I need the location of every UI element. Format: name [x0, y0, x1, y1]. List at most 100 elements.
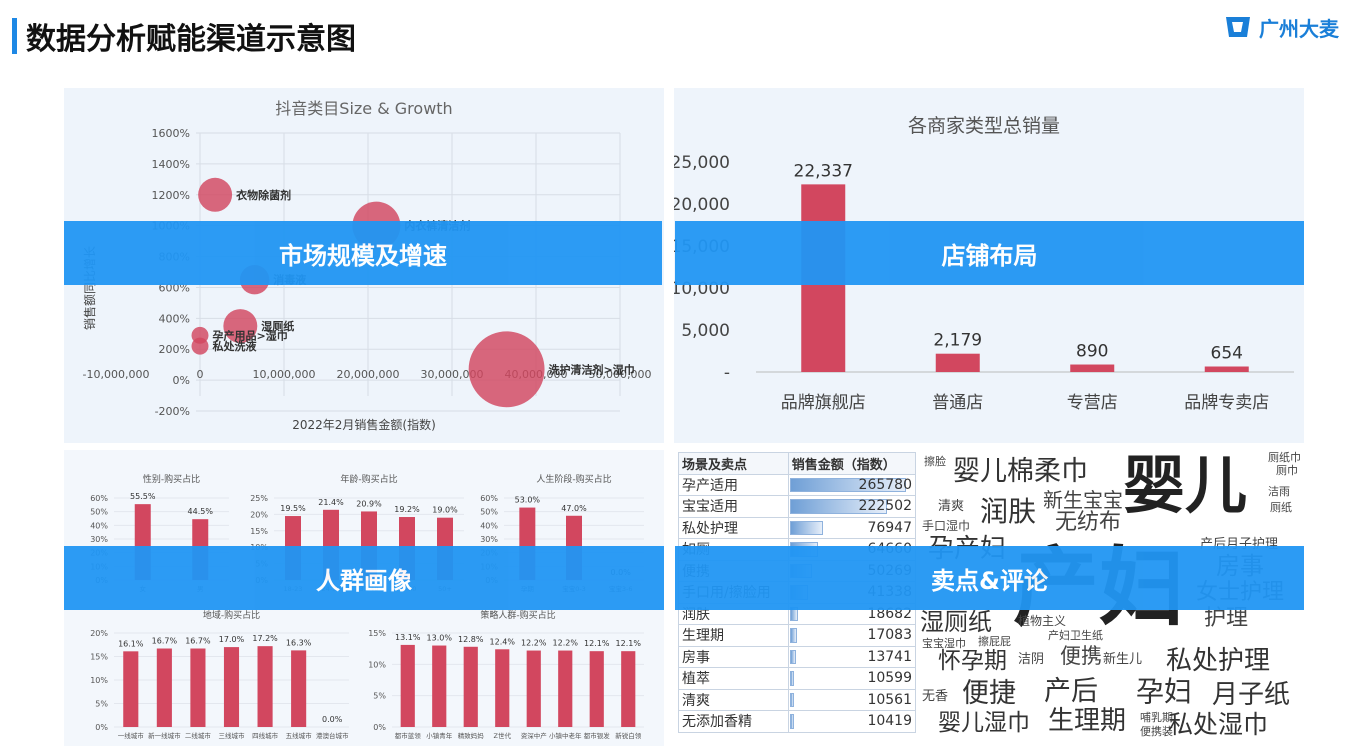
audience-bar-value: 12.1% [616, 639, 642, 648]
word-cloud-term: 洁阴 [1018, 652, 1045, 667]
audience-y-tick: 15% [90, 653, 108, 662]
table-row[interactable]: 宝宝适用 222502 [678, 495, 917, 518]
table-row[interactable]: 植萃 10599 [678, 667, 917, 690]
audience-bar [400, 644, 415, 727]
table-row[interactable]: 无添加香精 10419 [678, 710, 917, 733]
table-cell-value: 265780 [787, 473, 917, 496]
store-y-tick: - [724, 363, 730, 383]
audience-chart-title: 人生阶段-购买占比 [536, 473, 611, 485]
word-cloud-term: 植物主义 [1018, 614, 1067, 628]
word-cloud-term: 私处护理 [1166, 646, 1271, 676]
audience-bar-value: 21.4% [318, 498, 344, 507]
audience-bar-value: 16.7% [185, 637, 211, 646]
audience-y-tick: 0% [373, 723, 386, 732]
table-row[interactable]: 私处护理 76947 [678, 516, 917, 539]
word-cloud-term: 湿厕纸 [920, 608, 992, 636]
band-store-layout[interactable]: 店铺布局 [675, 221, 1304, 285]
band-audience-profile[interactable]: 人群画像 [64, 546, 664, 610]
store-bar [935, 353, 980, 372]
audience-y-tick: 50% [90, 508, 108, 517]
word-cloud-term: 怀孕期 [938, 648, 1007, 674]
word-cloud-term: 新生宝宝 [1043, 488, 1123, 512]
store-y-tick: 25,000 [674, 153, 730, 173]
audience-bar [432, 645, 447, 727]
audience-chart-6: 策略人群-购买占比 15% 10% 5% 0% 13.1% 都市蓝领 13.0% 小镇青年 12.… [368, 609, 644, 740]
audience-bar [190, 648, 206, 727]
table-data-bar [789, 671, 795, 686]
store-bar-value: 2,179 [933, 331, 982, 351]
table-cell-value: 10561 [787, 688, 917, 711]
audience-bar [495, 649, 510, 727]
table-value-text: 222502 [858, 498, 912, 515]
audience-bar-value: 17.0% [219, 635, 245, 644]
store-bar-value: 22,337 [794, 161, 853, 181]
bubble-x-tick: 0 [197, 368, 204, 381]
audience-bar [156, 648, 172, 727]
audience-bar-value: 13.0% [427, 634, 453, 643]
brand-logo-text: 广州大麦 [1259, 16, 1339, 41]
audience-category-label: 新锐白领 [615, 731, 642, 740]
audience-bar-value: 16.7% [152, 637, 178, 646]
word-cloud-term: 孕妇 [1136, 675, 1193, 708]
word-cloud-term: 擦屁屁 [978, 635, 1011, 648]
audience-category-label: 小镇青年 [426, 731, 453, 740]
table-value-text: 10419 [867, 713, 912, 730]
audience-y-tick: 40% [480, 521, 498, 530]
audience-bar-value: 17.2% [252, 634, 278, 643]
bubble-point [191, 337, 209, 355]
word-cloud-term: 产妇卫生纸 [1048, 629, 1103, 642]
table-data-bar [789, 714, 795, 729]
audience-chart-title: 策略人群-购买占比 [480, 609, 555, 621]
audience-bar [123, 651, 139, 727]
table-cell-label: 房事 [678, 645, 789, 668]
band-selling-points-reviews[interactable]: 卖点&评论 [675, 546, 1304, 610]
word-cloud-term: 便捷 [962, 678, 1016, 709]
table-cell-label: 私处护理 [678, 516, 789, 539]
store-category-label: 专营店 [1067, 393, 1118, 413]
table-header-sales[interactable]: 销售金额（指数） [787, 452, 917, 475]
word-cloud-term: 婴儿湿巾 [938, 710, 1030, 736]
store-y-tick: 5,000 [681, 321, 730, 341]
table-header-scene[interactable]: 场景及卖点 [678, 452, 789, 475]
audience-bar-value: 12.2% [521, 639, 547, 648]
title-accent [12, 18, 17, 54]
bubble-x-tick: 20,000,000 [337, 368, 400, 381]
audience-category-label: 港澳台城市 [316, 731, 349, 740]
brand-logo[interactable]: 广州大麦 [1223, 12, 1339, 42]
word-cloud-term: 产后 [1044, 676, 1098, 707]
audience-y-tick: 0% [95, 723, 108, 732]
audience-bar [621, 651, 636, 727]
audience-bar-value: 19.0% [432, 506, 458, 515]
audience-bar-value: 19.2% [394, 505, 420, 514]
table-row[interactable]: 清爽 10561 [678, 688, 917, 711]
title-bar: 数据分析赋能渠道示意图 广州大麦 [0, 6, 1365, 57]
table-row[interactable]: 生理期 17083 [678, 624, 917, 647]
table-row[interactable]: 孕产适用 265780 [678, 473, 917, 496]
table-cell-label: 孕产适用 [678, 473, 789, 496]
word-cloud-term: 厕纸巾 [1268, 451, 1301, 464]
audience-y-tick: 30% [90, 535, 108, 544]
word-cloud-term: 润肤 [980, 495, 1037, 528]
word-cloud-term: 私处湿巾 [1168, 710, 1269, 739]
word-cloud-term: 生理期 [1048, 706, 1127, 736]
table-cell-label: 宝宝适用 [678, 495, 789, 518]
store-bar-value: 890 [1076, 342, 1108, 362]
audience-bar-value: 12.1% [584, 639, 610, 648]
bubble-y-tick: 1600% [152, 127, 190, 140]
store-bar-value: 654 [1211, 344, 1243, 364]
audience-category-label: 精致妈妈 [458, 731, 485, 740]
audience-bar-value: 13.1% [395, 633, 421, 642]
audience-y-tick: 60% [90, 494, 108, 503]
word-cloud-term: 婴儿 [1123, 450, 1248, 522]
bubble-chart-title: 抖音类目Size & Growth [275, 99, 452, 118]
table-row[interactable]: 房事 13741 [678, 645, 917, 668]
audience-category-label: 五线城市 [286, 731, 313, 740]
table-cell-value: 222502 [787, 495, 917, 518]
band-market-size-growth[interactable]: 市场规模及增速 [64, 221, 662, 285]
audience-bar-value: 12.8% [458, 635, 484, 644]
audience-category-label: 都市蓝领 [395, 731, 422, 740]
bubble-y-tick: 1400% [152, 158, 190, 171]
audience-y-tick: 30% [480, 535, 498, 544]
audience-category-label: 一线城市 [118, 731, 144, 740]
audience-y-tick: 20% [90, 629, 108, 638]
